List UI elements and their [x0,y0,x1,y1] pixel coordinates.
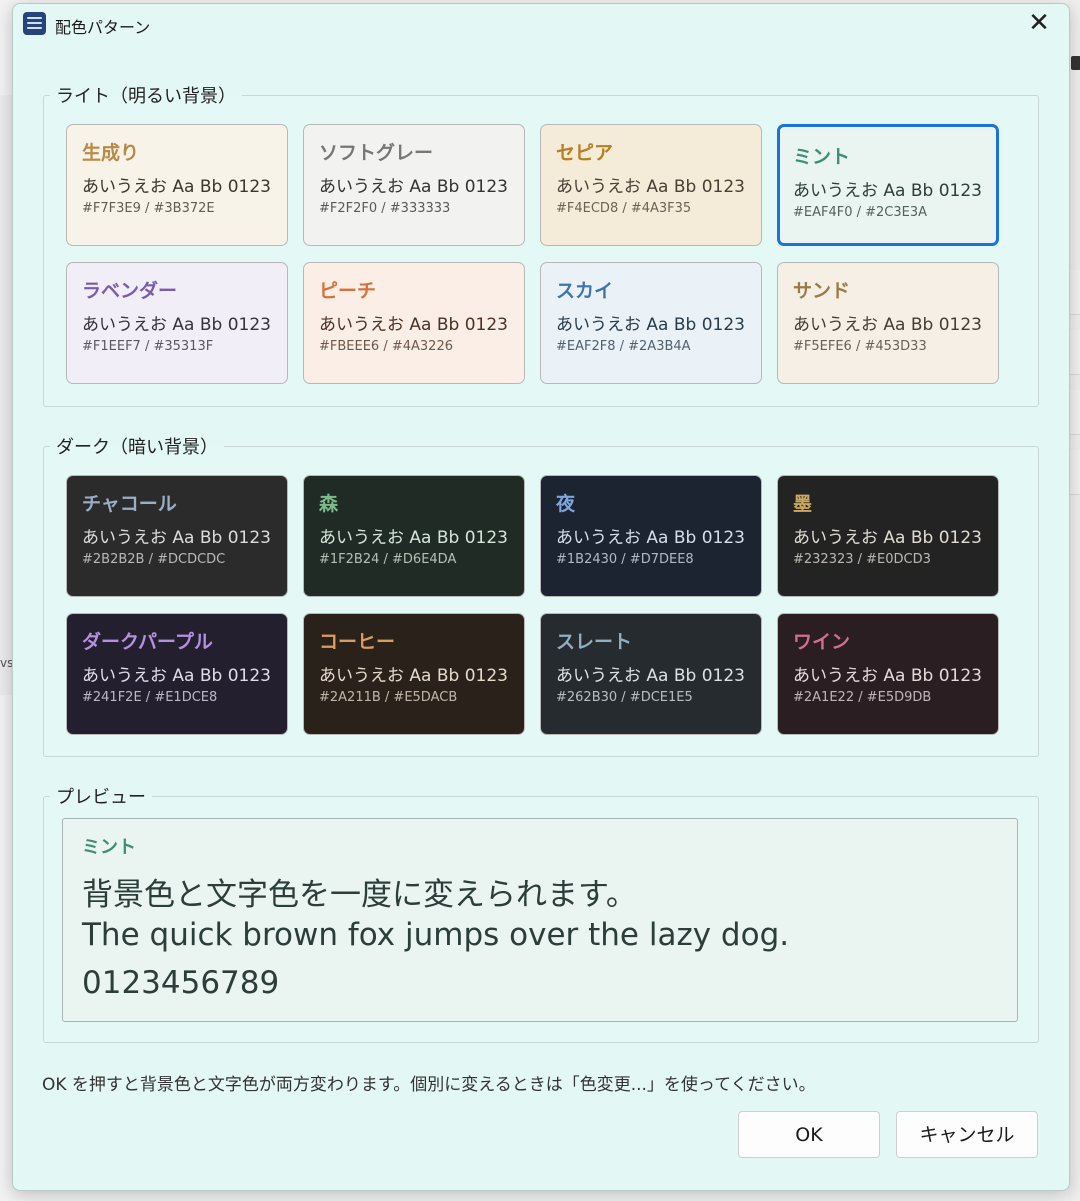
swatch-card[interactable]: 生成りあいうえお Aa Bb 0123 #F7F3E9 / #3B372E [66,124,288,246]
color-pattern-dialog: 配色パターン ✕ ライト（明るい背景） 生成りあいうえお Aa Bb 0123 #… [12,3,1070,1191]
swatch-name: 生成り [82,142,140,164]
swatch-card[interactable]: スレートあいうえお Aa Bb 0123 #262B30 / #DCE1E5 [540,613,762,735]
swatch-name: ワイン [793,631,851,653]
swatch-sample: あいうえお Aa Bb 0123 [793,181,982,201]
swatch-card[interactable]: スカイあいうえお Aa Bb 0123 #EAF2F8 / #2A3B4A [540,262,762,384]
swatch-sample: あいうえお Aa Bb 0123 [793,666,982,686]
swatch-sample: あいうえお Aa Bb 0123 [556,177,745,197]
swatch-card[interactable]: セピアあいうえお Aa Bb 0123 #F4ECD8 / #4A3F35 [540,124,762,246]
swatch-card[interactable]: サンドあいうえお Aa Bb 0123 #F5EFE6 / #453D33 [777,262,999,384]
swatch-card[interactable]: ピーチあいうえお Aa Bb 0123 #FBEEE6 / #4A3226 [303,262,525,384]
swatch-name: セピア [556,142,614,164]
swatch-name: 夜 [556,493,576,515]
preview-panel: ミント 背景色と文字色を一度に変えられます。 The quick brown f… [62,818,1018,1022]
dark-group: ダーク（暗い背景） チャコールあいうえお Aa Bb 0123 #2B2B2B /… [43,433,1039,757]
swatch-card[interactable]: チャコールあいうえお Aa Bb 0123 #2B2B2B / #DCDCDC [66,475,288,597]
swatch-card[interactable]: コーヒーあいうえお Aa Bb 0123 #2A211B / #E5DACB [303,613,525,735]
swatch-sample: あいうえお Aa Bb 0123 [793,315,982,335]
swatch-color-codes: #EAF4F0 / #2C3E3A [793,205,928,220]
swatch-card[interactable]: ダークパープルあいうえお Aa Bb 0123 #241F2E / #E1DCE8 [66,613,288,735]
swatch-name: 森 [319,493,339,515]
swatch-color-codes: #262B30 / #DCE1E5 [556,690,693,705]
swatch-sample: あいうえお Aa Bb 0123 [793,528,982,548]
swatch-name: ピーチ [319,280,377,302]
swatch-color-codes: #232323 / #E0DCD3 [793,552,931,567]
swatch-name: スカイ [556,280,614,302]
swatch-sample: あいうえお Aa Bb 0123 [556,666,745,686]
swatch-card[interactable]: ミントあいうえお Aa Bb 0123 #EAF4F0 / #2C3E3A [777,124,999,246]
swatch-color-codes: #F7F3E9 / #3B372E [82,201,215,216]
swatch-name: 墨 [793,493,813,515]
swatch-card[interactable]: 墨あいうえお Aa Bb 0123 #232323 / #E0DCD3 [777,475,999,597]
close-button[interactable]: ✕ [1019,8,1059,40]
swatch-name: チャコール [82,493,177,515]
swatch-color-codes: #F1EEF7 / #35313F [82,339,214,354]
cube-icon [1071,56,1080,70]
swatch-name: コーヒー [319,631,396,653]
swatch-color-codes: #241F2E / #E1DCE8 [82,690,218,705]
swatch-color-codes: #F4ECD8 / #4A3F35 [556,201,692,216]
dark-group-label: ダーク（暗い背景） [56,437,218,458]
swatch-name: ミント [793,146,851,168]
window-title: 配色パターン [55,18,151,37]
swatch-name: スレート [556,631,633,653]
swatch-card[interactable]: ソフトグレーあいうえお Aa Bb 0123 #F2F2F0 / #333333 [303,124,525,246]
light-group: ライト（明るい背景） 生成りあいうえお Aa Bb 0123 #F7F3E9 / … [43,82,1039,407]
swatch-card[interactable]: 夜あいうえお Aa Bb 0123 #1B2430 / #D7DEE8 [540,475,762,597]
swatch-card[interactable]: ラベンダーあいうえお Aa Bb 0123 #F1EEF7 / #35313F [66,262,288,384]
preview-group-label: プレビュー [56,787,146,808]
title-bar: 配色パターン ✕ [13,4,1069,44]
swatch-color-codes: #1B2430 / #D7DEE8 [556,552,694,567]
app-list-icon [23,12,46,35]
swatch-card[interactable]: 森あいうえお Aa Bb 0123 #1F2B24 / #D6E4DA [303,475,525,597]
swatch-sample: あいうえお Aa Bb 0123 [319,315,508,335]
swatch-color-codes: #FBEEE6 / #4A3226 [319,339,453,354]
swatch-name: ダークパープル [82,631,213,653]
ok-button[interactable]: OK [738,1111,880,1158]
swatch-sample: あいうえお Aa Bb 0123 [319,528,508,548]
swatch-color-codes: #2A211B / #E5DACB [319,690,458,705]
swatch-name: ソフトグレー [319,142,434,164]
swatch-sample: あいうえお Aa Bb 0123 [319,177,508,197]
swatch-sample: あいうえお Aa Bb 0123 [556,315,745,335]
preview-japanese-text: 背景色と文字色を一度に変えられます。 [82,877,637,913]
swatch-sample: あいうえお Aa Bb 0123 [82,528,271,548]
swatch-name: サンド [793,280,851,302]
swatch-color-codes: #EAF2F8 / #2A3B4A [556,339,691,354]
footer-note: OK を押すと背景色と文字色が両方変わります。個別に変えるときは「色変更...」… [42,1075,816,1095]
swatch-card[interactable]: ワインあいうえお Aa Bb 0123 #2A1E22 / #E5D9DB [777,613,999,735]
swatch-sample: あいうえお Aa Bb 0123 [556,528,745,548]
swatch-sample: あいうえお Aa Bb 0123 [319,666,508,686]
preview-digits-text: 0123456789 [82,965,280,1001]
swatch-color-codes: #1F2B24 / #D6E4DA [319,552,457,567]
cancel-button[interactable]: キャンセル [896,1111,1038,1158]
swatch-sample: あいうえお Aa Bb 0123 [82,666,271,686]
preview-english-text: The quick brown fox jumps over the lazy … [82,917,790,953]
swatch-color-codes: #2B2B2B / #DCDCDC [82,552,226,567]
swatch-color-codes: #F5EFE6 / #453D33 [793,339,927,354]
swatch-name: ラベンダー [82,280,178,302]
swatch-sample: あいうえお Aa Bb 0123 [82,315,271,335]
light-group-label: ライト（明るい背景） [56,86,236,107]
swatch-color-codes: #F2F2F0 / #333333 [319,201,451,216]
swatch-sample: あいうえお Aa Bb 0123 [82,177,271,197]
swatch-color-codes: #2A1E22 / #E5D9DB [793,690,932,705]
preview-pattern-name: ミント [82,837,136,858]
